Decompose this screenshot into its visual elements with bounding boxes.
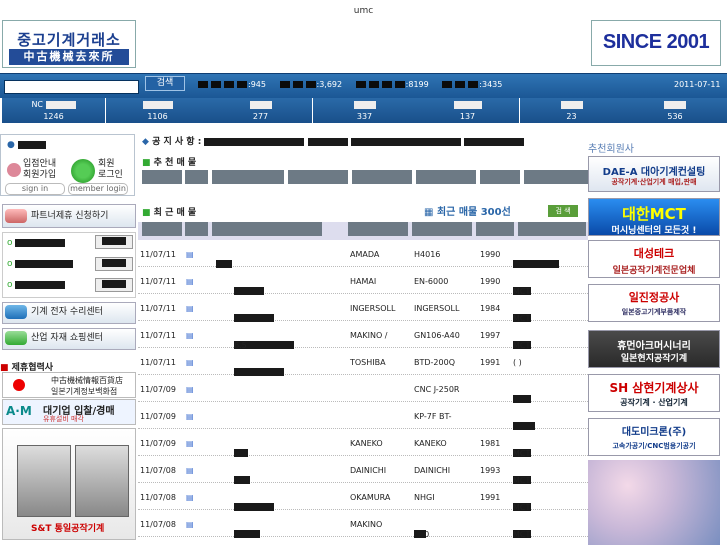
table-row[interactable]: 11/07/11 ▤ AMADA H4016 1990 <box>138 240 588 268</box>
login-box: ● 입점안내 회원가입 회원 로그인 sign in member login <box>0 134 135 196</box>
recommended-title: ■ 추 천 매 물 <box>142 158 197 168</box>
menu-list: o o o <box>2 232 136 298</box>
menu-item[interactable]: o <box>7 238 66 248</box>
power-icon[interactable] <box>71 159 95 183</box>
category-tab[interactable]: 337 <box>313 98 416 123</box>
japan-flag-icon <box>13 379 25 391</box>
site-logo[interactable]: 중고기계거래소 中古機械去來所 <box>2 20 136 68</box>
ad-iljin[interactable]: 일진정공사 일본중고기계부품제작 <box>588 284 720 322</box>
machine-image <box>17 445 71 517</box>
category-tab[interactable]: NC 1246 <box>2 98 105 123</box>
category-tab[interactable]: 536 <box>623 98 727 123</box>
since-banner: SINCE 2001 <box>591 20 721 66</box>
sign-in-link[interactable]: sign in <box>5 183 65 195</box>
table-row[interactable]: 11/07/11▤CNCTOSHIBABTD-200Q1991( ) <box>138 348 588 377</box>
logo-korean: 중고기계거래소 <box>17 31 121 49</box>
table-row[interactable]: 11/07/08▤NCDAINICHIDAINICHI1993MCT <box>138 456 588 485</box>
logo-hanja: 中古機械去來所 <box>9 49 129 65</box>
table-row[interactable]: 11/07/11 ▤ 6.5 MAKINO / GN106-A40 1997 MCT <box>138 321 588 350</box>
login-title: ● <box>7 140 46 150</box>
category-tab[interactable]: 137 <box>416 98 519 123</box>
recommended-members-title: 추천회원사 <box>588 144 634 155</box>
menu-item[interactable]: o <box>7 259 74 269</box>
menu-item-button[interactable] <box>95 235 133 249</box>
top-text: umc <box>353 6 374 16</box>
category-tab[interactable]: 1106 <box>106 98 209 123</box>
recommended-table <box>142 170 588 188</box>
category-tab[interactable]: 277 <box>209 98 312 123</box>
category-tab[interactable]: 23 <box>520 98 623 123</box>
handshake-icon <box>5 208 27 223</box>
partner-banner-auction[interactable]: A·M 대기업 입찰/경매 유휴설비 매각 <box>2 399 136 425</box>
search-input[interactable] <box>4 80 139 94</box>
recent-300-link[interactable]: ▦ 최근 매물 300선 <box>424 203 511 218</box>
recent-search-button[interactable]: 검 색 <box>548 205 578 217</box>
table-row[interactable]: 11/07/08▤ 400MAKINO400MCT <box>138 510 588 539</box>
repair-center-button[interactable]: 기계 전자 수리센터 <box>2 302 136 324</box>
ad-daesung[interactable]: 대성테크 일본공작기계전문업체 <box>588 240 720 278</box>
join-link[interactable]: 입점안내 회원가입 <box>23 159 56 181</box>
ad-samhyun[interactable]: SH 삼현기계상사 공작기계 · 산업기계 <box>588 374 720 412</box>
recent-title: ■ 최 근 매 물 <box>142 208 197 218</box>
table-row[interactable]: 11/07/09 ▤ KANEKO KANEKO 1981 MCT <box>138 429 588 458</box>
member-login-link[interactable]: 회원 로그인 <box>98 159 123 181</box>
chart-icon: ▦ <box>424 207 434 218</box>
table-row[interactable]: 11/07/11▤CNCINGERSOLLINGERSOLL1984MCT <box>138 294 588 323</box>
partner-banner-st[interactable]: S&T 통일공작기계 <box>2 428 136 540</box>
search-button[interactable]: 검색 <box>145 76 185 91</box>
table-row[interactable]: 11/07/09 ▤ CNC J-250R <box>138 375 588 403</box>
partner-apply-button[interactable]: 파트너제휴 신청하기 <box>2 204 136 228</box>
machine-image <box>75 445 129 517</box>
current-date: 2011-07-11 <box>674 80 721 89</box>
supply-shop-button[interactable]: 산업 자재 쇼핑센터 <box>2 328 136 350</box>
ad-daea[interactable]: DAE-A 대아기계컨설팅 공작기계·산업기계 매입,판매 <box>588 156 720 192</box>
blossom-image <box>588 460 720 545</box>
user-icon <box>7 163 21 177</box>
ad-human-arc[interactable]: 휴먼아크머시너리 일본현지공작기계 <box>588 330 720 368</box>
table-row[interactable]: 11/07/11▤NCHAMAIEN-60001990MCT <box>138 267 588 296</box>
site-stats: :945 :3,692 :8199 :3435 <box>195 80 510 92</box>
notice-bar: ◆ 공 지 사 항 : <box>142 134 586 147</box>
ad-daehan-mct[interactable]: 대한MCT 머시닝센터의 모든것 ! <box>588 198 720 236</box>
member-login-button[interactable]: member login <box>68 183 128 195</box>
ad-daedo-micron[interactable]: 대도미크론(주) 고속가공기/CNC범용기공기 <box>588 418 720 456</box>
partner-banner-japan[interactable]: 中古機械情報百貨店 일본기계정보백화점 <box>2 372 136 398</box>
am-logo: A·M <box>6 404 32 418</box>
table-row[interactable]: 11/07/08▤NCOKAMURANHGI1991MCT <box>138 483 588 512</box>
recent-table-header <box>138 222 588 240</box>
table-row[interactable]: 11/07/09 ▤ KP-7F BT- <box>138 402 588 430</box>
menu-item-button[interactable] <box>95 257 133 271</box>
cart-icon <box>5 330 27 345</box>
menu-item-button[interactable] <box>95 278 133 292</box>
gear-icon <box>5 304 27 319</box>
menu-item[interactable]: o <box>7 280 66 290</box>
